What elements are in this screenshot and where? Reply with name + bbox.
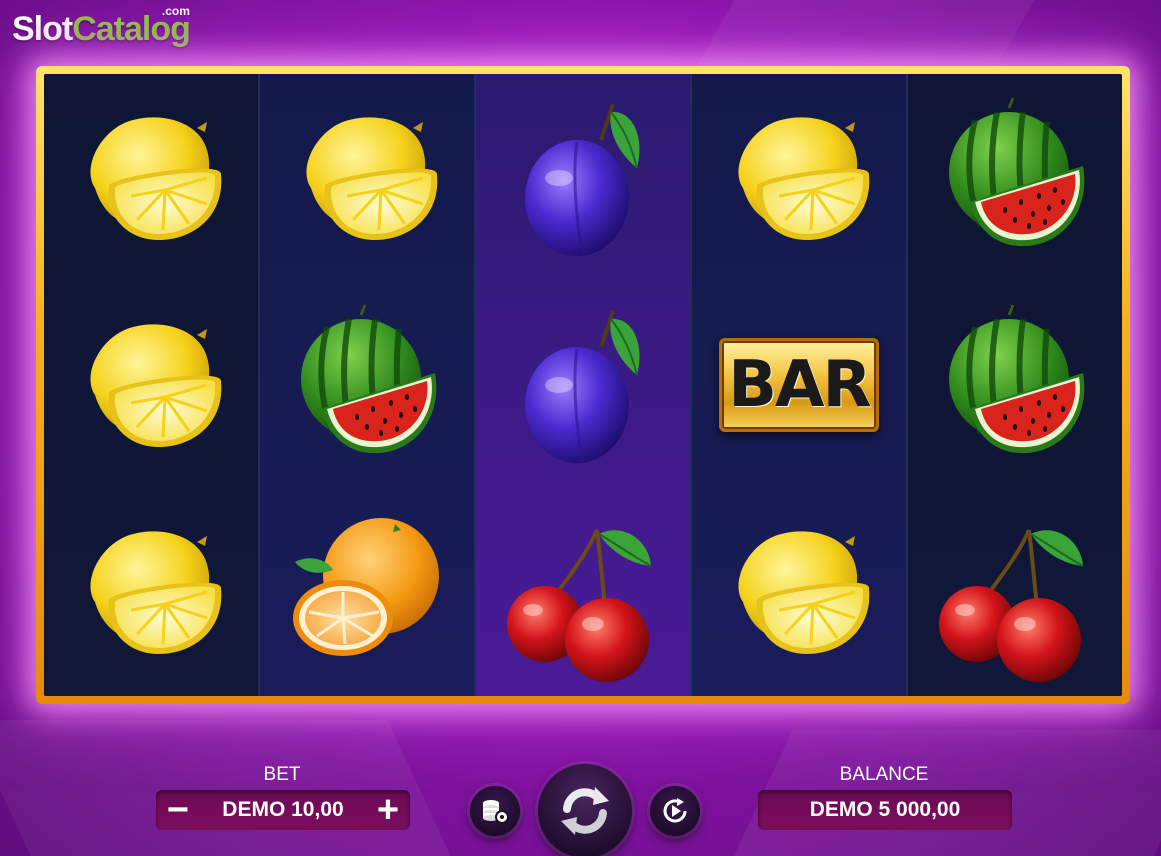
reel-1 — [44, 74, 260, 696]
reel-2-symbol-lemon — [287, 98, 447, 258]
reel-3-symbol-plum — [503, 305, 663, 465]
bet-value: DEMO 10,00 — [222, 798, 344, 821]
reel-5-symbol-cherry — [935, 512, 1095, 683]
balance-label: BALANCE — [839, 764, 929, 785]
bar-symbol-text: BAR — [728, 347, 872, 422]
slotcatalog-logo: SlotCatalog .com — [12, 4, 191, 48]
reel-4-symbol-lemon — [719, 98, 879, 258]
control-bar: BET DEMO 10,00 − + BALANCE DEMO 5 000,00 — [0, 756, 1161, 856]
reel-5-symbol-watermelon — [935, 97, 1095, 258]
cherry-icon — [939, 529, 1084, 683]
plus-icon: + — [376, 789, 400, 831]
increase-bet-button[interactable]: + — [368, 790, 408, 830]
coins-settings-icon — [483, 800, 509, 824]
spin-button[interactable] — [538, 764, 632, 856]
orange-icon — [293, 518, 439, 657]
bet-label: BET — [263, 764, 301, 785]
plum-icon — [525, 103, 640, 256]
cherry-icon — [507, 529, 652, 683]
reel-3 — [476, 74, 692, 696]
reel-4-symbol-bar: BAR — [719, 305, 879, 465]
reel-2 — [260, 74, 476, 696]
lemon-icon — [90, 116, 222, 240]
minus-icon: − — [166, 789, 190, 831]
watermelon-icon — [949, 97, 1085, 246]
lemon-icon — [306, 116, 438, 240]
balance-display: DEMO 5 000,00 — [758, 790, 1012, 830]
reel-4-symbol-lemon — [719, 512, 879, 672]
bet-settings-button[interactable] — [470, 786, 520, 836]
reel-4: BAR — [692, 74, 908, 696]
autoplay-button[interactable] — [650, 786, 700, 836]
lemon-icon — [90, 324, 222, 447]
reel-2-symbol-watermelon — [287, 304, 447, 465]
reel-3-symbol-plum — [503, 98, 663, 258]
spin-icon — [561, 787, 609, 835]
reel-5 — [908, 74, 1122, 696]
reel-1-symbol-lemon — [71, 512, 231, 672]
reels-area: BAR — [44, 74, 1122, 696]
lemon-icon — [738, 116, 870, 240]
reel-2-symbol-orange — [287, 512, 447, 672]
decrease-bet-button[interactable]: − — [158, 790, 198, 830]
lemon-icon — [90, 531, 222, 655]
watermelon-icon — [301, 304, 437, 454]
autoplay-icon — [663, 798, 687, 823]
reel-5-symbol-watermelon — [935, 304, 1095, 465]
reel-1-symbol-lemon — [71, 305, 231, 465]
reel-3-symbol-cherry — [503, 512, 663, 683]
plum-icon — [525, 310, 640, 463]
reel-frame: BAR — [36, 66, 1130, 704]
bar-symbol: BAR — [719, 337, 879, 432]
lemon-icon — [738, 531, 870, 655]
watermelon-icon — [949, 304, 1085, 454]
balance-value: DEMO 5 000,00 — [809, 798, 961, 821]
reel-1-symbol-lemon — [71, 98, 231, 258]
